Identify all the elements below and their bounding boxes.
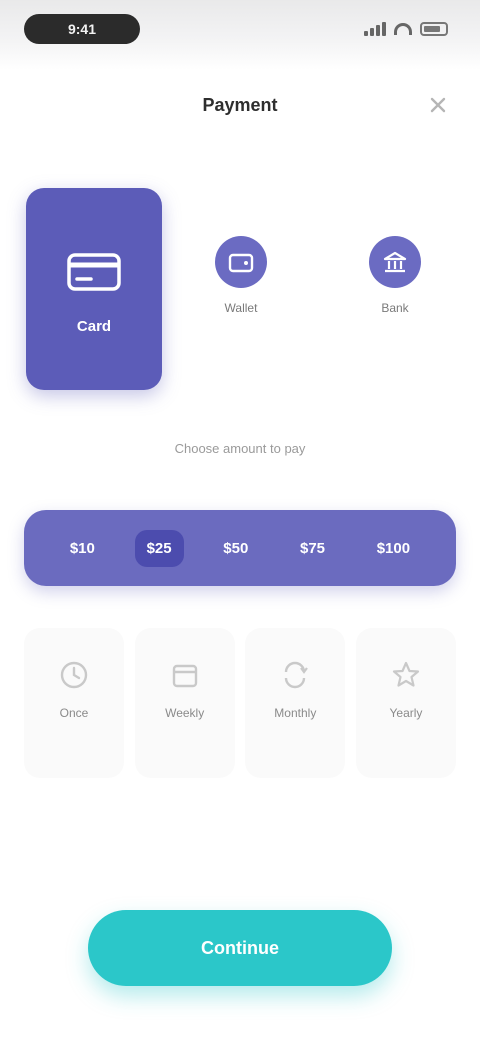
card-icon <box>67 253 121 291</box>
frequency-choice-monthly[interactable]: Monthly <box>245 628 346 778</box>
close-icon[interactable] <box>426 93 450 117</box>
amount-segment[interactable]: $75 <box>288 530 337 567</box>
frequency-choice-once[interactable]: Once <box>24 628 124 778</box>
continue-button[interactable]: Continue <box>88 910 392 986</box>
method-card-selected[interactable]: Card <box>26 188 162 390</box>
amount-segment[interactable]: $50 <box>211 530 260 567</box>
wifi-icon <box>394 23 412 35</box>
status-bar: 9:41 <box>0 0 480 70</box>
wallet-icon <box>228 253 254 273</box>
frequency-label: Yearly <box>389 706 423 720</box>
method-bank-label: Bank <box>381 301 409 315</box>
page-title: Payment <box>202 95 278 115</box>
calendar-icon <box>172 664 197 688</box>
frequency-label: Weekly <box>165 706 205 720</box>
frequency-label: Monthly <box>274 706 317 720</box>
amount-segmented-control: $10 $25 $50 $75 $100 <box>24 510 456 586</box>
method-wallet-circle <box>215 236 267 288</box>
signal-icon <box>364 22 386 36</box>
method-wallet-label: Wallet <box>224 301 258 315</box>
star-icon <box>392 661 420 687</box>
bank-icon <box>383 251 407 273</box>
frequency-choice-weekly[interactable]: Weekly <box>134 628 235 778</box>
frequency-choice-yearly[interactable]: Yearly <box>355 628 456 778</box>
status-indicators <box>364 16 448 42</box>
amount-segment-selected[interactable]: $25 <box>134 529 184 567</box>
method-card-label: Card <box>76 318 112 335</box>
method-bank-circle <box>369 236 421 288</box>
amount-segment[interactable]: $100 <box>365 530 422 567</box>
battery-icon <box>420 22 448 36</box>
amount-prompt: Choose amount to pay <box>174 441 306 456</box>
method-wallet-option[interactable]: Wallet <box>186 236 296 336</box>
method-bank-option[interactable]: Bank <box>340 236 450 336</box>
frequency-choices: Once Weekly Monthly Yearly <box>24 628 456 778</box>
status-time: 9:41 <box>67 21 97 37</box>
frequency-label: Once <box>59 706 89 720</box>
amount-segment[interactable]: $10 <box>58 530 107 567</box>
repeat-icon <box>285 661 309 689</box>
clock-icon <box>60 661 88 689</box>
status-time-pill: 9:41 <box>24 14 140 44</box>
